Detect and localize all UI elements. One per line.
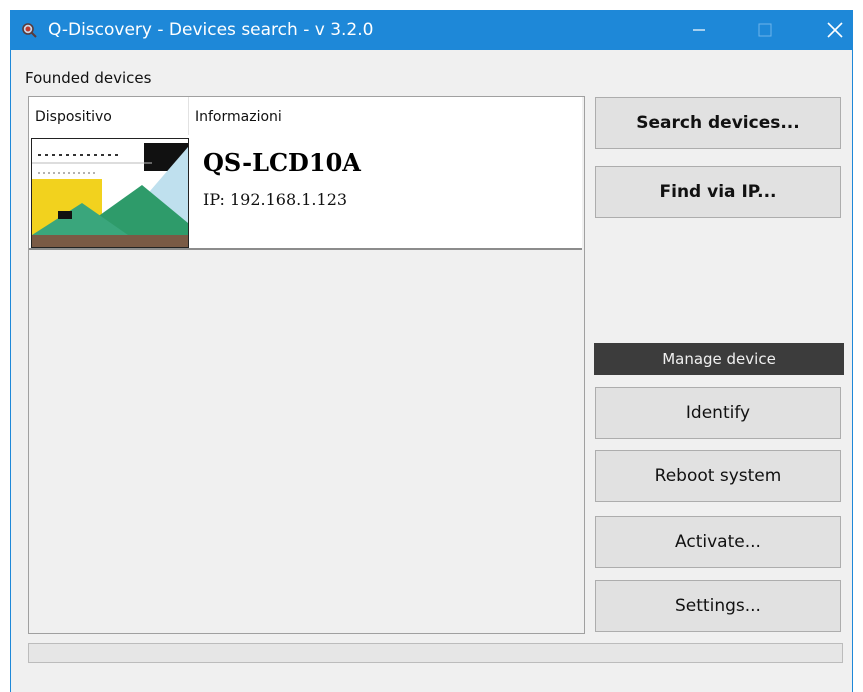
minimize-button[interactable] — [669, 10, 729, 50]
founded-devices-label: Founded devices — [25, 69, 152, 87]
device-name: QS-LCD10A — [203, 148, 361, 177]
maximize-button[interactable] — [735, 10, 795, 50]
reboot-system-button[interactable]: Reboot system — [595, 450, 841, 502]
progress-bar — [28, 643, 843, 663]
search-devices-button[interactable]: Search devices... — [595, 97, 841, 149]
activate-button[interactable]: Activate... — [595, 516, 841, 568]
window-title: Q-Discovery - Devices search - v 3.2.0 — [48, 20, 374, 40]
maximize-icon — [758, 23, 772, 37]
device-ip: IP: 192.168.1.123 — [203, 190, 348, 209]
title-bar[interactable]: Q-Discovery - Devices search - v 3.2.0 — [11, 10, 852, 50]
identify-button[interactable]: Identify — [595, 387, 841, 439]
manage-device-header: Manage device — [594, 343, 844, 375]
device-thumbnail — [31, 138, 189, 248]
close-icon — [827, 22, 843, 38]
main-window: Q-Discovery - Devices search - v 3.2.0 F… — [10, 10, 853, 692]
column-header-device[interactable]: Dispositivo — [29, 97, 189, 135]
devices-list[interactable]: Dispositivo Informazioni QS-LCD10A IP: 1… — [28, 96, 585, 634]
settings-button[interactable]: Settings... — [595, 580, 841, 632]
magnifier-icon — [21, 22, 37, 38]
list-header: Dispositivo Informazioni — [29, 97, 582, 136]
find-via-ip-button[interactable]: Find via IP... — [595, 166, 841, 218]
close-button[interactable] — [805, 10, 863, 50]
list-item[interactable]: QS-LCD10A IP: 192.168.1.123 — [29, 136, 582, 250]
column-header-info[interactable]: Informazioni — [189, 97, 582, 135]
minimize-icon — [693, 29, 705, 31]
